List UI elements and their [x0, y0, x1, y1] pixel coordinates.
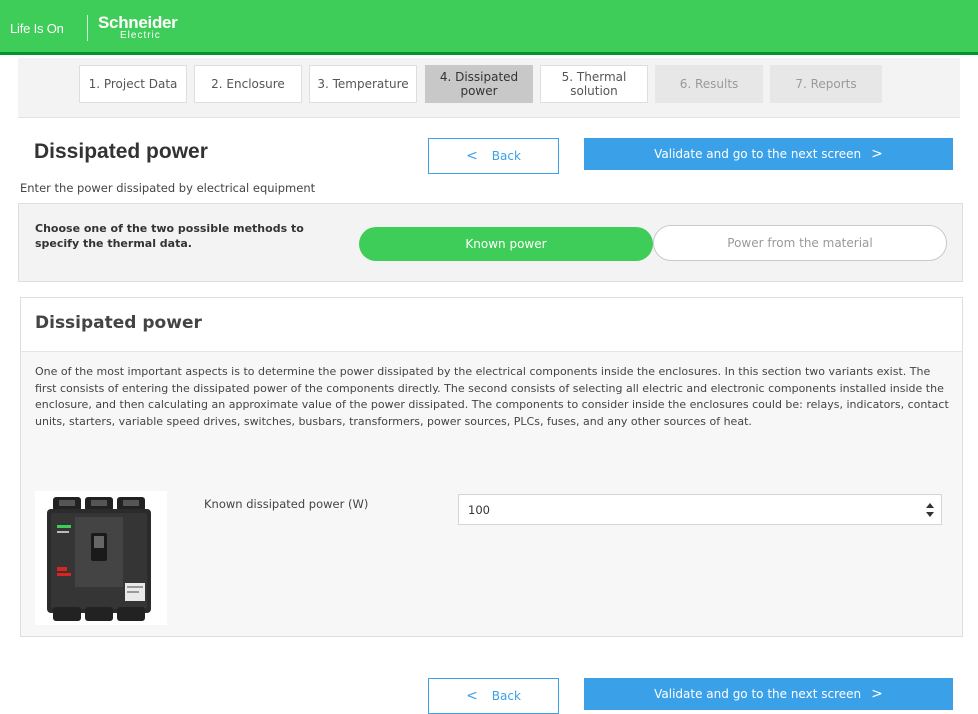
known-power-value: 100 [468, 502, 490, 517]
brand-sub: Electric [120, 30, 161, 41]
option-power-from-material[interactable]: Power from the material [653, 225, 947, 261]
circuit-breaker-image [35, 491, 167, 625]
next-button[interactable]: Validate and go to the next screen > [584, 138, 953, 170]
option-known-power[interactable]: Known power [359, 227, 653, 261]
brand-name: Schneider [98, 13, 178, 32]
chevron-left-icon: < [466, 688, 478, 704]
method-selector: Choose one of the two possible methods t… [18, 203, 963, 282]
back-button[interactable]: < Back [428, 138, 559, 174]
chevron-right-icon: > [871, 146, 883, 162]
next-button-label: Validate and go to the next screen [654, 147, 862, 161]
step-results: 6. Results [655, 65, 763, 103]
footer-back-label: Back [491, 689, 521, 703]
step-reports: 7. Reports [770, 65, 882, 103]
step-enclosure[interactable]: 2. Enclosure [194, 65, 302, 103]
top-header: Life Is On Schneider Electric [0, 0, 978, 55]
chevron-left-icon: < [466, 148, 478, 164]
tagline: Life Is On [10, 21, 64, 36]
circuit-breaker-icon [35, 491, 167, 625]
spinner-arrows-icon[interactable] [925, 500, 935, 520]
step-dissipated-power[interactable]: 4. Dissipated power [425, 65, 533, 103]
card-description: One of the most important aspects is to … [35, 365, 949, 428]
brand-logo[interactable]: Schneider Electric [98, 14, 178, 41]
chevron-right-icon: > [871, 686, 883, 702]
dissipated-power-card: Dissipated power One of the most importa… [20, 297, 963, 637]
card-title: Dissipated power [35, 313, 202, 333]
page-title: Dissipated power [34, 140, 208, 163]
footer-back-button[interactable]: < Back [428, 678, 559, 714]
step-temperature[interactable]: 3. Temperature [309, 65, 417, 103]
page-subtitle: Enter the power dissipated by electrical… [20, 181, 316, 195]
step-project-data[interactable]: 1. Project Data [79, 65, 187, 103]
step-thermal-solution[interactable]: 5. Thermal solution [540, 65, 648, 103]
logo-divider [87, 15, 88, 41]
method-prompt: Choose one of the two possible methods t… [35, 222, 304, 250]
known-power-input[interactable]: 100 [458, 494, 942, 525]
card-header: Dissipated power [21, 298, 962, 352]
footer-next-button[interactable]: Validate and go to the next screen > [584, 678, 953, 710]
known-power-label: Known dissipated power (W) [204, 497, 369, 511]
steps-bar: 1. Project Data 2. Enclosure 3. Temperat… [18, 58, 960, 118]
footer-next-label: Validate and go to the next screen [654, 687, 862, 701]
back-button-label: Back [491, 149, 521, 163]
